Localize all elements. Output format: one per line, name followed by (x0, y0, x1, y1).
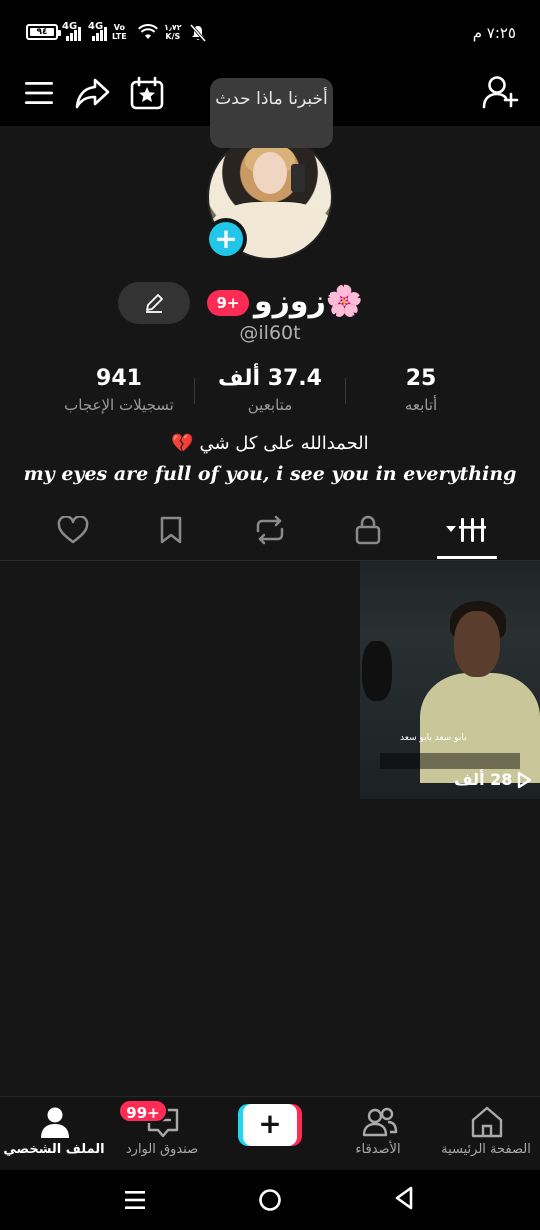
heart-icon (57, 516, 89, 544)
inbox-badge: 99+ (118, 1099, 168, 1123)
video-views: 28 ألف (454, 770, 532, 789)
grid-icon (446, 518, 486, 542)
feedback-tooltip[interactable]: أخبرنا ماذا حدث (210, 78, 333, 148)
tab-liked[interactable] (33, 506, 113, 554)
mute-notification-icon (190, 24, 206, 42)
tab-reposts[interactable] (230, 506, 310, 554)
battery-level: ٩٤ (30, 28, 54, 37)
active-tab-indicator (437, 556, 497, 559)
back-icon[interactable] (392, 1185, 416, 1211)
pencil-icon (146, 294, 163, 313)
status-bar: ٩٤ 4G 4G Vo LTE ١٫٧٢ K/S ٧:٢٥ م (0, 0, 540, 66)
nav-home[interactable]: الصفحة الرئيسية (432, 1106, 540, 1166)
plus-icon: + (209, 222, 243, 256)
create-button[interactable]: + (238, 1104, 302, 1146)
share-icon[interactable] (75, 76, 111, 110)
bio-line-1: الحمدالله على كل شي 💔 (171, 433, 369, 454)
recent-apps-icon[interactable] (124, 1190, 146, 1210)
calendar-star-icon[interactable] (130, 76, 164, 110)
wifi-icon (138, 24, 158, 39)
profile-icon (41, 1107, 69, 1138)
video-thumbnail[interactable]: بابو سعد بابو سعد (360, 561, 540, 799)
friends-icon (362, 1107, 398, 1137)
create-plus-icon: + (243, 1104, 297, 1146)
stat-followers[interactable]: 37.4 ألف متابعين (185, 364, 355, 416)
clock: ٧:٢٥ م (472, 24, 516, 42)
system-nav-bar (0, 1170, 540, 1230)
menu-icon[interactable] (24, 80, 54, 106)
nav-friends[interactable]: الأصدقاء (324, 1106, 432, 1166)
stat-following[interactable]: 25 أتابعه (336, 364, 506, 416)
tab-private[interactable] (328, 506, 408, 554)
battery-icon: ٩٤ (26, 24, 61, 40)
play-icon (518, 771, 532, 788)
profile-handle[interactable]: @il60t (0, 322, 540, 344)
add-story-button[interactable]: + (205, 218, 247, 260)
tab-favorites[interactable] (131, 506, 211, 554)
add-friend-icon[interactable] (482, 74, 520, 110)
tab-videos[interactable] (428, 506, 508, 554)
profile-username: زوزو🌸 (254, 284, 364, 319)
bookmark-icon (160, 516, 182, 544)
home-icon (471, 1106, 503, 1138)
signal-icon-2 (92, 23, 107, 41)
home-button-icon[interactable] (258, 1188, 282, 1212)
bio-line-2: my eyes are full of you, i see you in ev… (23, 463, 517, 485)
video-caption: بابو سعد بابو سعد (400, 733, 467, 743)
edit-profile-button[interactable] (118, 282, 190, 324)
volte-indicator: Vo LTE (112, 23, 127, 41)
network-speed: ١٫٧٢ K/S (164, 23, 182, 41)
stat-likes[interactable]: 941 تسجيلات الإعجاب (34, 364, 204, 416)
signal-icon-1 (66, 23, 81, 41)
nav-profile[interactable]: الملف الشخصي (0, 1106, 108, 1166)
lock-icon (355, 515, 381, 545)
repost-icon (256, 515, 284, 545)
notification-badge[interactable]: 9+ (207, 290, 249, 316)
